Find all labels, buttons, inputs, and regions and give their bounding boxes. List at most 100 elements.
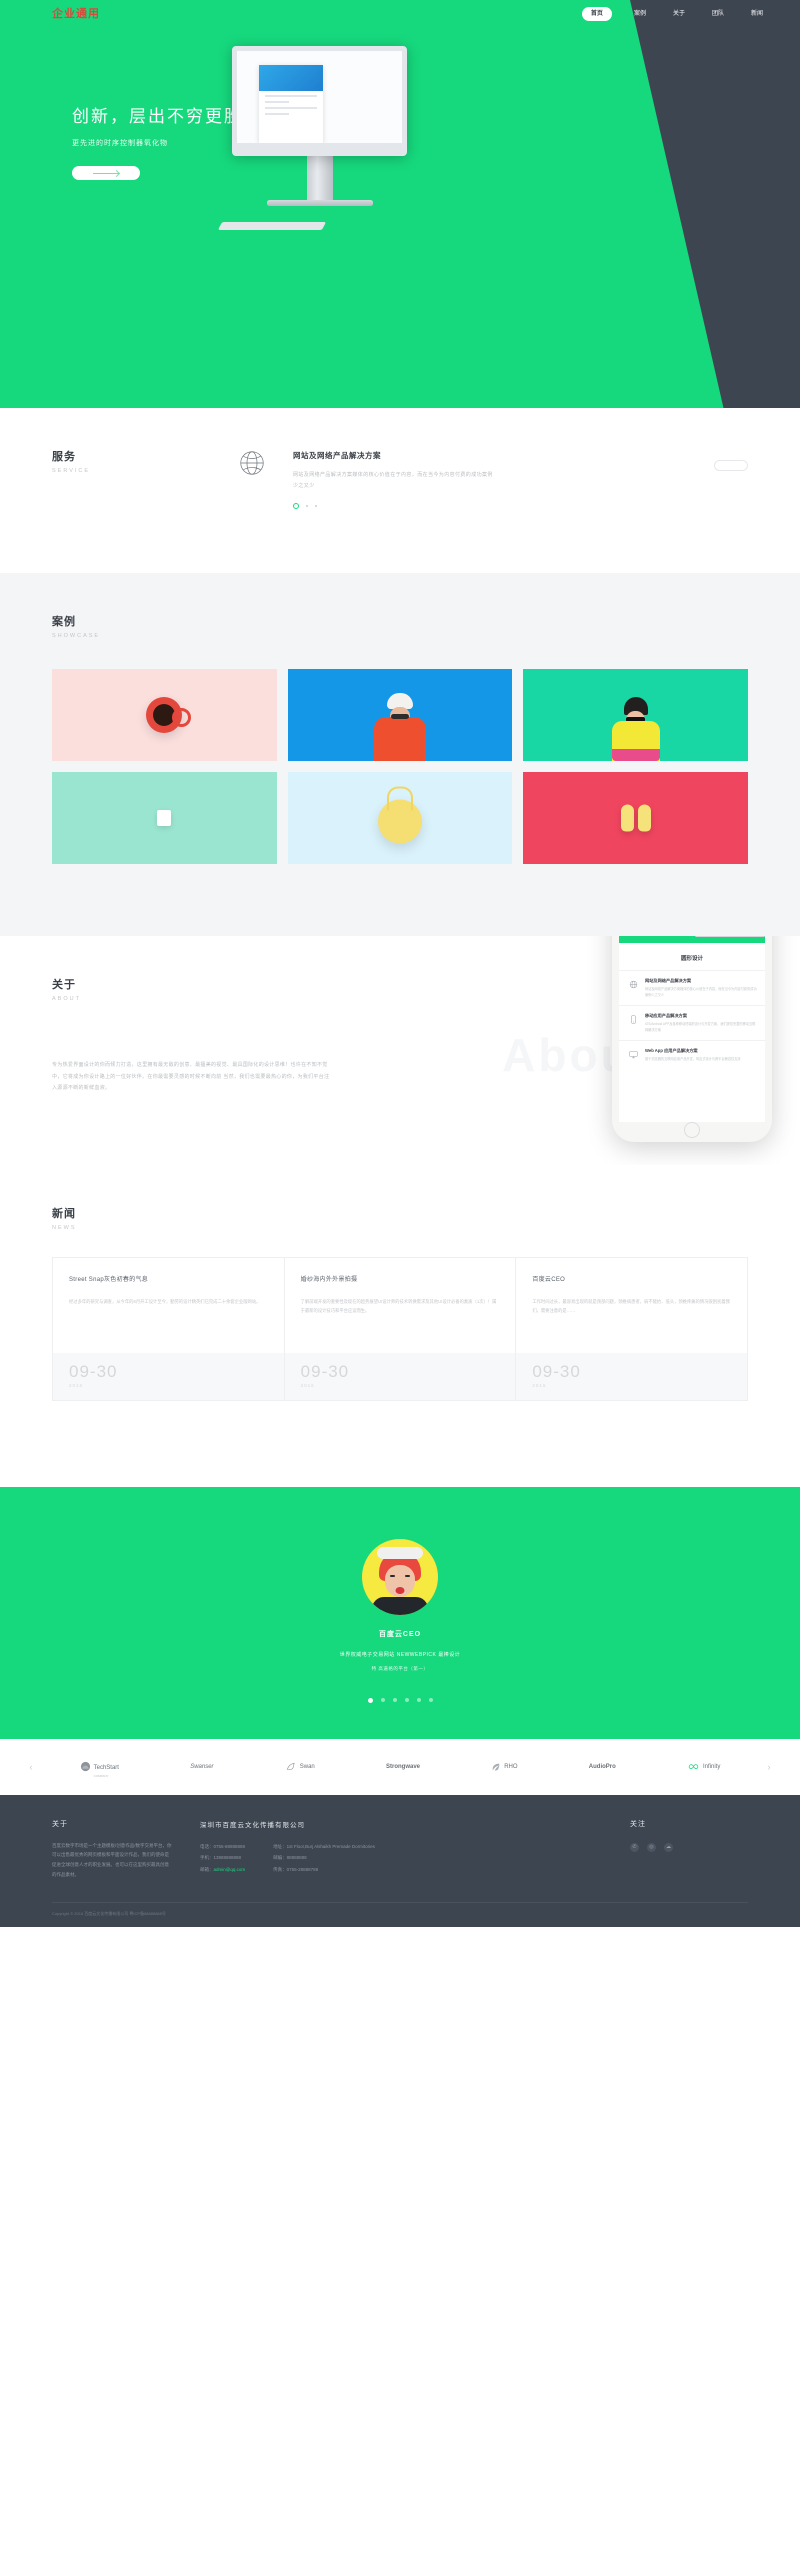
showcase-title: 案例 — [52, 616, 76, 628]
phone-item-text: iOS/Android APP及各种移动终端的设计与开发方案，我们提供完整的移动… — [645, 1022, 756, 1033]
footer-social-links: ✆ ◎ ☁ — [630, 1842, 748, 1852]
circle-icon — [80, 1761, 90, 1772]
contact-label: 邮编： — [273, 1855, 287, 1861]
hero-cta-button[interactable] — [72, 166, 140, 181]
news-heading: 新闻 NEWS — [52, 1165, 748, 1231]
phone-screen: 企业通用 创新，层出不穷更胜以往 圆形设计 — [619, 936, 765, 1122]
testimonial-dot-active[interactable] — [367, 1697, 373, 1703]
chevron-right-icon[interactable]: › — [762, 1762, 776, 1772]
news-card[interactable]: Street Snap灰色初春的气息 经过多年的研究与调查，从今年的6月开工设计… — [53, 1256, 285, 1401]
nav-item-news[interactable]: 新闻 — [746, 8, 768, 20]
client-logo-techstart[interactable]: TechStart COMPANY — [80, 1756, 119, 1778]
phone-item-title: 网站及网络产品解决方案 — [645, 978, 692, 983]
client-logo-audiopro[interactable]: AudioPro — [589, 1764, 616, 1770]
avatar — [362, 1538, 438, 1615]
news-card-date: 09-30 2016 — [53, 1352, 284, 1400]
monitor-icon — [627, 1048, 639, 1060]
arrow-right-icon — [93, 172, 119, 174]
news-card-day: 09-30 — [532, 1361, 581, 1381]
phone-list-item[interactable]: Web App 应用产品解决方案 基于浏览器的互联网应用产品开发，响应式设计与跨… — [619, 1040, 765, 1069]
testimonial-carousel-dots — [0, 1697, 800, 1703]
globe-icon — [237, 448, 267, 483]
client-logo-swanser[interactable]: Swanser — [190, 1764, 213, 1770]
client-logo-name: Strongwave — [385, 1763, 420, 1770]
testimonial-quote: 世界权威电子交易网站 NEWWEBPICK 最棒设计 — [339, 1651, 461, 1658]
sunglasses-model-image — [611, 697, 660, 761]
client-logo-infinity[interactable]: Infinity — [687, 1762, 720, 1771]
showcase-tile-yellow-shoes[interactable] — [523, 772, 748, 864]
footer-about-heading: 关于 — [52, 1820, 68, 1828]
news-card-desc: 工作时间过长，最容易出现的就是颈部问题，颈椎病患者，肩不能抬、低头，颈椎疼痛的情… — [532, 1298, 730, 1313]
footer-columns: 关于 百度云数字市场是一个主题模板/创意作品/数字交易平台，你可以出售最优秀的网… — [52, 1819, 748, 1881]
weibo-icon[interactable]: ◎ — [647, 1842, 656, 1852]
showcase-tile-yellow-bag[interactable] — [287, 772, 513, 864]
hero-subtitle: 更先进的时序控制器氧化物 — [72, 140, 168, 148]
client-logo-name: Swanser — [190, 1763, 214, 1770]
carousel-dot[interactable] — [315, 505, 317, 507]
testimonial-dot[interactable] — [380, 1697, 385, 1702]
client-logo-strongwave[interactable]: Strongwave — [386, 1764, 420, 1770]
service-more-button[interactable] — [714, 460, 748, 471]
showcase-tile-mint-product[interactable] — [52, 772, 277, 864]
news-card-year: 2016 — [300, 1382, 315, 1388]
mint-product-image — [157, 810, 172, 826]
news-card-date: 09-30 2016 — [284, 1352, 516, 1400]
globe-icon — [627, 978, 639, 990]
testimonial-dot[interactable] — [404, 1697, 409, 1702]
showcase-heading: 案例 SHOWCASE — [52, 573, 748, 639]
phone-mockup: 企业通用 创新，层出不穷更胜以往 圆形设计 — [612, 936, 772, 1142]
yellow-bag-image — [377, 799, 422, 844]
contact-value: 1st Floor,Burj Alshaikh Premade Dormitor… — [286, 1843, 375, 1849]
testimonial-name: 百度云CEO — [378, 1630, 422, 1638]
testimonial-dot[interactable] — [392, 1697, 397, 1702]
footer-contact-rows: 电话：0755-88888888 手机：13988888888 邮箱：admin… — [200, 1829, 602, 1876]
client-logo-name: TechStart — [93, 1764, 119, 1771]
nav-item-home[interactable]: 首页 — [581, 7, 612, 21]
news-card-year: 2016 — [69, 1382, 84, 1388]
testimonial-dot[interactable] — [416, 1697, 421, 1702]
phone-item-title: 移动应用产品解决方案 — [645, 1013, 687, 1019]
showcase-tile-white-hat-model[interactable] — [287, 669, 513, 761]
wechat-icon[interactable]: ✆ — [630, 1842, 639, 1852]
imac-illustration — [217, 46, 407, 230]
testimonial-dot[interactable] — [428, 1697, 433, 1702]
news-title: 新闻 — [52, 1207, 76, 1220]
client-logo-sub: COMPANY — [93, 1773, 109, 1778]
showcase-tile-sunglasses-model[interactable] — [523, 669, 748, 761]
carousel-dot[interactable] — [306, 505, 308, 507]
chevron-left-icon[interactable]: ‹ — [24, 1762, 38, 1772]
contact-label: 传真： — [273, 1866, 287, 1872]
news-card-desc: 经过多年的研究与调查，从今年的6月开工设计至今，勤劳的设计精英们已完成二十余套企… — [69, 1298, 261, 1304]
news-subtitle: NEWS — [52, 1224, 77, 1231]
testimonial-quote-secondary: 特 高逼格的平台（第一） — [371, 1665, 429, 1671]
news-card[interactable]: 婚纱海内外外景拍摄 了解前端开发的重要性及现在的趋势展望UI设计师的技术转换需求… — [284, 1256, 517, 1401]
phone-list-item[interactable]: 网站及网络产品解决方案 网站及网络产品解决方案媒体的核心价值在于内容，而在当今为… — [619, 970, 765, 1005]
imac-stand — [306, 156, 333, 200]
phone-list-item[interactable]: 移动应用产品解决方案 iOS/Android APP及各种移动终端的设计与开发方… — [619, 1005, 765, 1040]
phone-section-title: 圆形设计 — [680, 956, 703, 962]
footer-email-link[interactable]: admin@qq.com — [214, 1867, 246, 1872]
contact-label: 手机： — [200, 1855, 214, 1861]
site-logo[interactable]: 企业通用 — [52, 8, 100, 20]
client-logo-rho[interactable]: RHO — [491, 1762, 518, 1772]
client-logo-swan[interactable]: Swan — [285, 1761, 315, 1772]
qq-icon[interactable]: ☁ — [664, 1842, 673, 1852]
footer-contacts-right: 地址：1st Floor,Burj Alshaikh Premade Dormi… — [273, 1841, 375, 1876]
nav-item-team[interactable]: 团队 — [707, 8, 729, 20]
showcase-tile-coffee-cup[interactable] — [52, 669, 277, 761]
news-card[interactable]: 百度云CEO 工作时间过长，最容易出现的就是颈部问题，颈椎病患者，肩不能抬、低头… — [516, 1256, 748, 1401]
phone-item-title: Web App 应用产品解决方案 — [645, 1048, 698, 1054]
nav-item-showcase[interactable]: 案例 — [629, 8, 651, 20]
contact-label: 地址： — [273, 1843, 287, 1849]
imac-base — [266, 200, 373, 206]
showcase-subtitle: SHOWCASE — [52, 633, 101, 639]
phone-hero: 创新，层出不穷更胜以往 — [619, 936, 765, 943]
nav-item-about[interactable]: 关于 — [668, 8, 690, 20]
service-carousel-dots — [293, 503, 493, 509]
service-text-block: 网站及网络产品解决方案 网站及网络产品解决方案媒体的核心价值在于内容，而在当今为… — [293, 446, 493, 509]
service-section: 服务 SERVICE 网站及网络产品解决方案 网站及网络产品解决方案媒体的核心价… — [0, 408, 800, 573]
contact-value: 0755-88888888 — [213, 1843, 246, 1849]
hero-title: 创新，层出不穷更胜以往 — [72, 107, 281, 126]
service-item-title: 网站及网络产品解决方案 — [293, 451, 381, 460]
carousel-dot-active[interactable] — [293, 503, 299, 509]
